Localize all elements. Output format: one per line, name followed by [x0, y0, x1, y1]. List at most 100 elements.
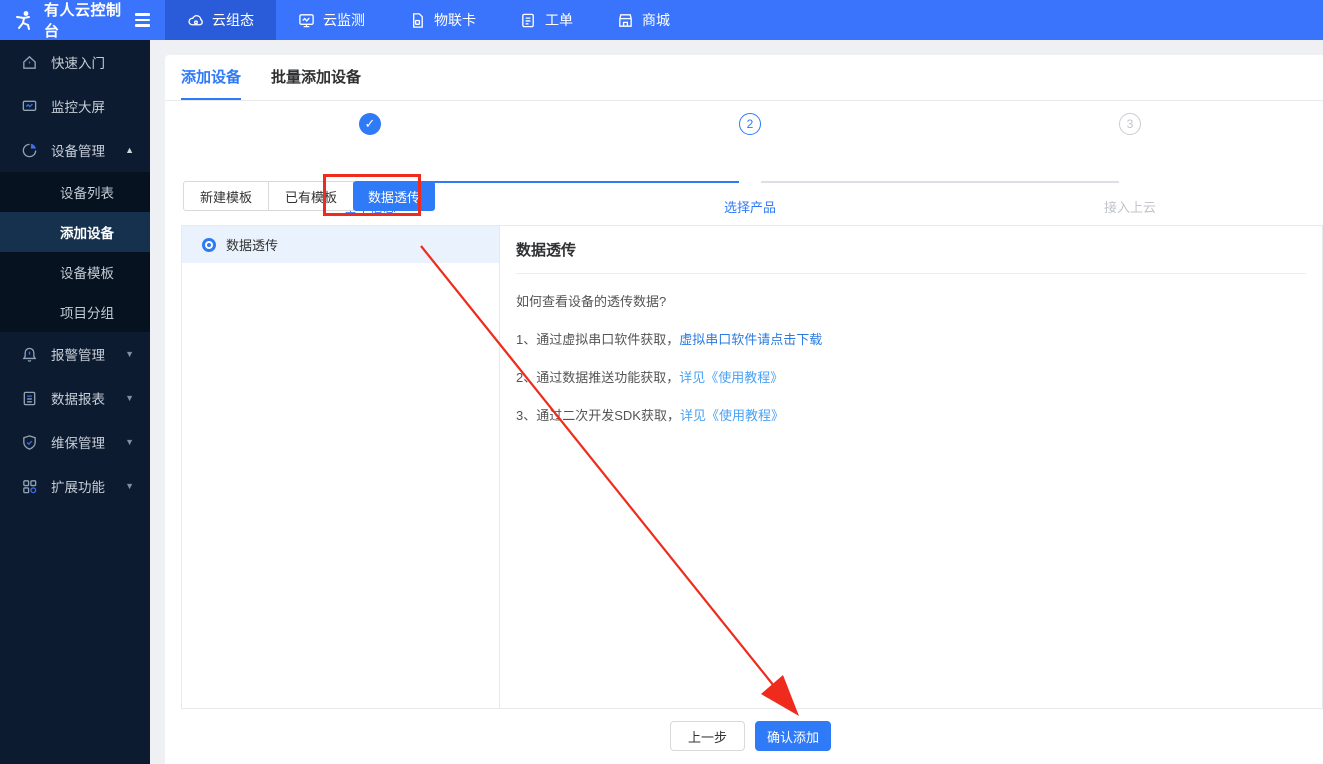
- sidebar-item-label: 快速入门: [51, 52, 105, 72]
- step-1-circle-done: ✓: [359, 113, 381, 135]
- detail-title: 数据透传: [516, 226, 1306, 260]
- passthrough-panel: 数据透传 数据透传 如何查看设备的透传数据? 1、通过虚拟串口软件获取，虚拟串口…: [181, 225, 1323, 709]
- sidebar-item-device-list[interactable]: 设备列表: [0, 172, 150, 212]
- tutorial-link-2[interactable]: 详见《使用教程》: [680, 408, 784, 423]
- chevron-down-icon: ▼: [125, 437, 134, 447]
- alarm-bell-icon: [21, 346, 38, 363]
- detail-item-text: 3、通过二次开发SDK获取，: [516, 408, 680, 423]
- template-tab-group: 新建模板 已有模板 数据透传: [183, 181, 435, 211]
- topnav-tab-cloud-monitor[interactable]: 云监测: [276, 0, 387, 40]
- sim-card-icon: [409, 12, 426, 29]
- radio-selected-icon[interactable]: [202, 238, 216, 252]
- step-number: 2: [747, 117, 754, 131]
- seg-label: 新建模板: [200, 187, 252, 206]
- step-3-circle: 3: [1119, 113, 1141, 135]
- content-card: 添加设备 批量添加设备 ✓ 2 3 基本信息 选择产品 接入上云: [165, 55, 1323, 764]
- sidebar-item-extensions[interactable]: 扩展功能 ▼: [0, 464, 150, 508]
- tab-add-device[interactable]: 添加设备: [181, 55, 241, 100]
- sidebar-item-device-template[interactable]: 设备模板: [0, 252, 150, 292]
- tab-label: 批量添加设备: [271, 66, 361, 87]
- topnav-tab-label: 云组态: [212, 10, 254, 30]
- check-icon: ✓: [365, 116, 376, 132]
- main-area: 添加设备 批量添加设备 ✓ 2 3 基本信息 选择产品 接入上云: [150, 40, 1323, 764]
- step-2-circle: 2: [739, 113, 761, 135]
- app-title: 有人云控制台: [44, 0, 126, 41]
- sidebar-item-label: 报警管理: [51, 344, 105, 364]
- tab-batch-add-device[interactable]: 批量添加设备: [271, 55, 361, 100]
- list-item-label: 数据透传: [226, 235, 278, 254]
- topnav-tab-cloud-scada[interactable]: 云组态: [165, 0, 276, 40]
- tab-new-template[interactable]: 新建模板: [183, 181, 269, 211]
- chevron-down-icon: ▼: [125, 349, 134, 359]
- chevron-up-icon: ▲: [125, 145, 134, 155]
- top-nav: 云组态 云监测 物联卡 工单 商城: [165, 0, 692, 40]
- step-number: 3: [1127, 117, 1134, 131]
- confirm-add-button[interactable]: 确认添加: [755, 721, 831, 751]
- sidebar-item-data-report[interactable]: 数据报表 ▼: [0, 376, 150, 420]
- tab-label: 添加设备: [181, 66, 241, 87]
- seg-label: 数据透传: [368, 187, 420, 206]
- divider: [516, 273, 1306, 274]
- detail-pane: 数据透传 如何查看设备的透传数据? 1、通过虚拟串口软件获取，虚拟串口软件请点击…: [500, 226, 1322, 708]
- hamburger-icon[interactable]: [135, 13, 150, 26]
- sidebar-item-project-group[interactable]: 项目分组: [0, 292, 150, 332]
- work-order-icon: [520, 12, 537, 29]
- device-management-submenu: 设备列表 添加设备 设备模板 项目分组: [0, 172, 150, 332]
- person-logo-icon: [13, 9, 35, 31]
- step-3-label: 接入上云: [1070, 197, 1190, 216]
- topnav-tab-iot-card[interactable]: 物联卡: [387, 0, 498, 40]
- detail-question: 如何查看设备的透传数据?: [516, 291, 1306, 310]
- tab-existing-template[interactable]: 已有模板: [268, 181, 354, 211]
- sidebar-subitem-label: 项目分组: [60, 302, 114, 322]
- topnav-tab-label: 工单: [545, 10, 573, 30]
- tab-data-passthrough[interactable]: 数据透传: [353, 181, 435, 211]
- stepper: ✓ 2 3 基本信息 选择产品 接入上云: [165, 113, 1323, 163]
- detail-item-2: 2、通过数据推送功能获取，详见《使用教程》: [516, 367, 1306, 386]
- seg-label: 已有模板: [285, 187, 337, 206]
- sidebar-subitem-label: 设备列表: [60, 182, 114, 202]
- sidebar-subitem-label: 设备模板: [60, 262, 114, 282]
- detail-item-1: 1、通过虚拟串口软件获取，虚拟串口软件请点击下载: [516, 329, 1306, 348]
- apps-grid-icon: [21, 478, 38, 495]
- detail-item-3: 3、通过二次开发SDK获取，详见《使用教程》: [516, 405, 1306, 424]
- screen-icon: [21, 98, 38, 115]
- device-pie-icon: [21, 142, 38, 159]
- download-link[interactable]: 虚拟串口软件请点击下载: [679, 332, 822, 347]
- sidebar-item-label: 扩展功能: [51, 476, 105, 496]
- sidebar-item-maintenance[interactable]: 维保管理 ▼: [0, 420, 150, 464]
- brand: 有人云控制台: [0, 0, 150, 40]
- previous-step-button[interactable]: 上一步: [670, 721, 745, 751]
- sidebar-item-quick-start[interactable]: 快速入门: [0, 40, 150, 84]
- topnav-tab-label: 物联卡: [434, 10, 476, 30]
- topnav-tab-work-order[interactable]: 工单: [498, 0, 595, 40]
- sidebar-item-add-device[interactable]: 添加设备: [0, 212, 150, 252]
- home-icon: [21, 54, 38, 71]
- report-icon: [21, 390, 38, 407]
- sidebar-item-label: 维保管理: [51, 432, 105, 452]
- detail-item-text: 1、通过虚拟串口软件获取，: [516, 332, 679, 347]
- sidebar-item-device-management[interactable]: 设备管理 ▲: [0, 128, 150, 172]
- chevron-down-icon: ▼: [125, 393, 134, 403]
- topnav-tab-label: 商城: [642, 10, 670, 30]
- topnav-tab-store[interactable]: 商城: [595, 0, 692, 40]
- top-bar: 有人云控制台 云组态 云监测 物联卡 工单: [0, 0, 1323, 40]
- sidebar-item-alarm-management[interactable]: 报警管理 ▼: [0, 332, 150, 376]
- sidebar: 快速入门 监控大屏 设备管理 ▲ 设备列表 添加设备 设备模板 项目分组 报警管…: [0, 40, 150, 764]
- topnav-tab-label: 云监测: [323, 10, 365, 30]
- option-list: 数据透传: [182, 226, 500, 708]
- list-item-data-passthrough[interactable]: 数据透传: [182, 226, 499, 263]
- sidebar-item-dashboard[interactable]: 监控大屏: [0, 84, 150, 128]
- sidebar-subitem-label: 添加设备: [60, 222, 114, 242]
- tutorial-link-1[interactable]: 详见《使用教程》: [679, 370, 783, 385]
- shield-icon: [21, 434, 38, 451]
- sidebar-item-label: 监控大屏: [51, 96, 105, 116]
- chevron-down-icon: ▼: [125, 481, 134, 491]
- step-2-label: 选择产品: [690, 197, 810, 216]
- monitor-icon: [298, 12, 315, 29]
- store-icon: [617, 12, 634, 29]
- step-connector-pending: [761, 181, 1119, 183]
- sidebar-item-label: 设备管理: [51, 140, 105, 160]
- cloud-icon: [187, 12, 204, 29]
- sidebar-item-label: 数据报表: [51, 388, 105, 408]
- page-tabbar: 添加设备 批量添加设备: [165, 55, 1323, 101]
